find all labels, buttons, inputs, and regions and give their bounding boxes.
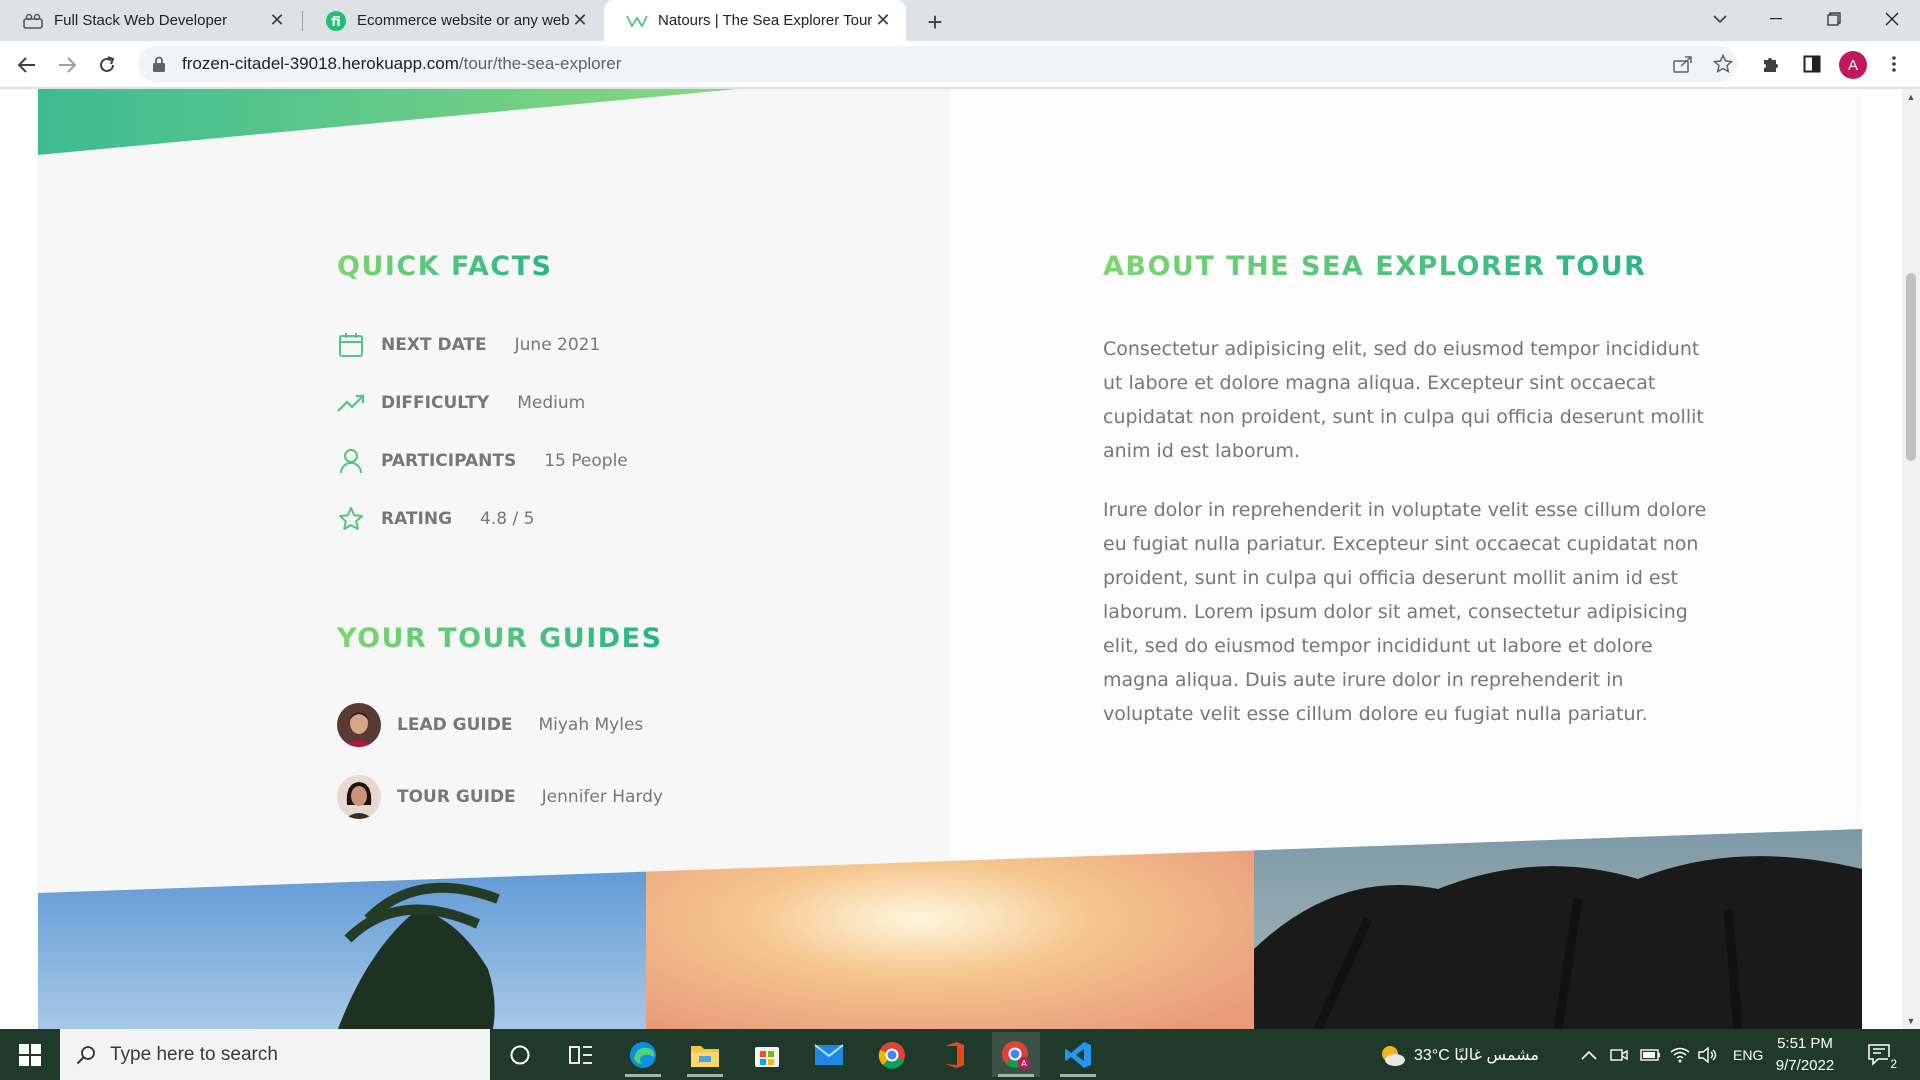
scroll-up-arrow-icon[interactable]: ▲ xyxy=(1902,89,1920,105)
fact-rating: RATING 4.8 / 5 xyxy=(337,504,534,534)
trending-up-icon xyxy=(337,389,365,417)
tab-full-stack-web-developer[interactable]: Full Stack Web Developer ✕ xyxy=(0,0,300,41)
forward-arrow-icon[interactable] xyxy=(50,48,84,82)
extensions-puzzle-icon[interactable] xyxy=(1756,49,1786,79)
close-icon[interactable]: ✕ xyxy=(872,10,894,32)
system-clock[interactable]: 5:51 PM 9/7/2022 xyxy=(1760,1033,1850,1077)
partly-sunny-icon xyxy=(1382,1045,1405,1066)
windows-taskbar: Type here to search A 33°C مشمس غالبًا E… xyxy=(0,1029,1920,1080)
guide-name: Miyah Myles xyxy=(538,715,644,735)
volume-icon[interactable] xyxy=(1698,1029,1718,1080)
guide-avatar xyxy=(337,703,381,747)
minimize-icon[interactable] xyxy=(1748,0,1804,38)
tray-overflow-chevron-icon[interactable] xyxy=(1581,1029,1597,1080)
browser-tab-strip: Full Stack Web Developer ✕ fi Ecommerce … xyxy=(0,0,1920,41)
guide-role: TOUR GUIDE xyxy=(397,787,516,807)
bookmark-star-icon[interactable] xyxy=(1708,49,1738,79)
fiverr-icon: fi xyxy=(325,10,347,32)
about-tour-heading: ABOUT THE SEA EXPLORER TOUR xyxy=(1103,251,1647,282)
wifi-icon[interactable] xyxy=(1670,1029,1690,1080)
fact-label: NEXT DATE xyxy=(381,335,487,355)
fact-label: PARTICIPANTS xyxy=(381,451,517,471)
taskbar-search-input[interactable]: Type here to search xyxy=(60,1029,490,1080)
tab-title: Full Stack Web Developer xyxy=(54,12,228,29)
header-image-slant xyxy=(38,89,738,155)
share-icon[interactable] xyxy=(1668,49,1698,79)
clock-time: 5:51 PM xyxy=(1777,1035,1833,1052)
close-window-icon[interactable] xyxy=(1864,0,1920,38)
tour-guides-heading: YOUR TOUR GUIDES xyxy=(337,623,663,654)
notification-count: 2 xyxy=(1888,1057,1899,1071)
tab-title: Natours | The Sea Explorer Tour xyxy=(658,12,872,29)
guide-avatar xyxy=(337,775,381,819)
weather-text: 33°C مشمس غالبًا xyxy=(1414,1046,1539,1064)
scroll-down-arrow-icon[interactable]: ▼ xyxy=(1902,1013,1920,1029)
quick-facts-heading: QUICK FACTS xyxy=(337,251,553,282)
guide-role: LEAD GUIDE xyxy=(397,715,513,735)
tour-pictures-strip xyxy=(38,829,1862,1029)
url-text: frozen-citadel-39018.herokuapp.com/tour/… xyxy=(182,54,622,73)
vscode-icon[interactable] xyxy=(1054,1032,1102,1077)
cortana-circle-icon[interactable] xyxy=(496,1032,544,1077)
tab-ecommerce-website[interactable]: fi Ecommerce website or any webs ✕ xyxy=(303,0,603,41)
notification-center-icon[interactable]: 2 xyxy=(1865,1039,1899,1071)
fact-value: June 2021 xyxy=(514,335,601,355)
calendar-icon xyxy=(337,331,365,359)
office-icon[interactable] xyxy=(930,1032,978,1077)
guide-lead: LEAD GUIDE Miyah Myles xyxy=(337,702,643,748)
reload-icon[interactable] xyxy=(90,48,124,82)
lock-icon xyxy=(153,56,165,72)
description-paragraph: Consectetur adipisicing elit, sed do eiu… xyxy=(1103,338,1704,462)
fact-value: 15 People xyxy=(544,451,628,471)
menu-kebab-icon[interactable] xyxy=(1879,49,1909,79)
task-view-icon[interactable] xyxy=(557,1032,605,1077)
input-language[interactable]: ENG xyxy=(1733,1029,1763,1080)
guide-name: Jennifer Hardy xyxy=(541,787,663,807)
weather-widget[interactable]: 33°C مشمس غالبًا xyxy=(1378,1029,1539,1080)
tab-natours-sea-explorer[interactable]: Natours | The Sea Explorer Tour ✕ xyxy=(604,0,906,41)
side-panel-icon[interactable] xyxy=(1797,49,1827,79)
natours-logo-icon xyxy=(626,10,648,32)
star-icon xyxy=(337,505,365,533)
scrollbar-thumb[interactable] xyxy=(1906,273,1916,461)
user-icon xyxy=(337,447,365,475)
windows-start-icon[interactable] xyxy=(0,1029,60,1080)
guide-tour: TOUR GUIDE Jennifer Hardy xyxy=(337,774,663,820)
tab-title: Ecommerce website or any webs xyxy=(357,12,569,29)
svg-text:fi: fi xyxy=(331,15,341,30)
back-arrow-icon[interactable] xyxy=(10,48,44,82)
file-explorer-icon[interactable] xyxy=(681,1032,729,1077)
meet-now-icon[interactable] xyxy=(1610,1029,1628,1080)
description-paragraph: Irure dolor in reprehenderit in voluptat… xyxy=(1103,499,1707,725)
close-icon[interactable]: ✕ xyxy=(569,10,591,32)
browser-toolbar: frozen-citadel-39018.herokuapp.com/tour/… xyxy=(0,41,1920,88)
close-icon[interactable]: ✕ xyxy=(266,10,288,32)
search-placeholder: Type here to search xyxy=(110,1043,278,1065)
address-bar[interactable]: frozen-citadel-39018.herokuapp.com/tour/… xyxy=(138,46,1737,82)
profile-avatar[interactable]: A xyxy=(1839,51,1867,79)
edge-browser-icon[interactable] xyxy=(619,1032,667,1077)
new-tab-plus-icon[interactable]: + xyxy=(921,7,949,37)
page-scrollbar[interactable]: ▲ ▼ xyxy=(1902,89,1920,1029)
battery-icon[interactable] xyxy=(1640,1029,1662,1080)
restore-icon[interactable] xyxy=(1806,0,1862,38)
chrome-profile-icon[interactable]: A xyxy=(992,1032,1040,1077)
fact-label: RATING xyxy=(381,509,453,529)
chrome-icon[interactable] xyxy=(868,1032,916,1077)
fact-label: DIFFICULTY xyxy=(381,393,490,413)
fact-value: Medium xyxy=(517,393,586,413)
web-page: QUICK FACTS NEXT DATE June 2021 DIFFICUL… xyxy=(0,89,1920,1029)
fact-next-date: NEXT DATE June 2021 xyxy=(337,330,600,360)
fact-value: 4.8 / 5 xyxy=(480,509,535,529)
fact-difficulty: DIFFICULTY Medium xyxy=(337,388,585,418)
search-icon xyxy=(76,1045,95,1064)
mail-icon[interactable] xyxy=(805,1032,853,1077)
tab-search-chevron-icon[interactable] xyxy=(1692,0,1748,38)
job-site-icon xyxy=(22,10,44,32)
fact-participants: PARTICIPANTS 15 People xyxy=(337,446,628,476)
svg-text:A: A xyxy=(1021,1059,1027,1068)
microsoft-store-icon[interactable] xyxy=(743,1032,791,1077)
clock-date: 9/7/2022 xyxy=(1775,1057,1835,1074)
